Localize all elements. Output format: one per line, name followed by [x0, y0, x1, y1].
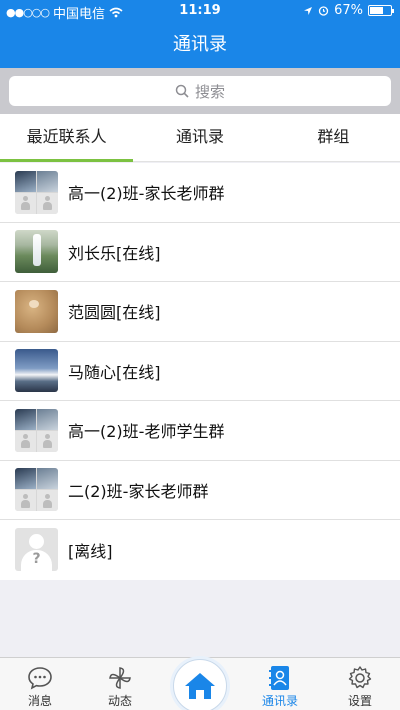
- tab-groups[interactable]: 群组: [267, 114, 400, 161]
- list-item[interactable]: 范圆圆[在线]: [0, 282, 400, 342]
- group-avatar: [15, 408, 58, 452]
- search-placeholder: 搜索: [194, 82, 225, 101]
- contact-name: [离线]: [68, 541, 113, 561]
- list-item[interactable]: ? [离线]: [0, 520, 400, 580]
- home-button[interactable]: [173, 659, 227, 710]
- location-arrow-icon: [304, 6, 313, 15]
- search-icon: [175, 84, 189, 98]
- unknown-user-avatar: ?: [15, 528, 58, 572]
- mountain-photo-avatar: [15, 349, 58, 393]
- pinwheel-icon: [109, 667, 131, 689]
- contact-name: 高一(2)班-家长老师群: [68, 184, 225, 204]
- tab-recent-contacts[interactable]: 最近联系人: [0, 114, 134, 162]
- tab-moments-label: 动态: [107, 694, 132, 708]
- segment-tabs: 最近联系人 通讯录 群组: [0, 114, 400, 162]
- nav-title: 通讯录: [0, 22, 400, 68]
- contact-name: 范圆圆[在线]: [68, 303, 161, 323]
- list-item[interactable]: 高一(2)班-家长老师群: [0, 163, 400, 223]
- chat-bubble-icon: [28, 667, 52, 690]
- group-avatar: [15, 170, 58, 214]
- tab-address-book[interactable]: 通讯录: [133, 114, 266, 161]
- battery-icon: [368, 5, 394, 16]
- gear-icon: [348, 666, 372, 689]
- tab-settings[interactable]: 设置: [320, 658, 400, 710]
- tab-contacts[interactable]: 通讯录: [240, 658, 320, 710]
- contact-list: 高一(2)班-家长老师群 刘长乐[在线] 范圆圆[在线] 马随心[在线] 高一(…: [0, 163, 400, 580]
- contact-name: 高一(2)班-老师学生群: [68, 422, 225, 442]
- list-item[interactable]: 马随心[在线]: [0, 342, 400, 401]
- tab-settings-label: 设置: [347, 694, 372, 708]
- list-item[interactable]: 二(2)班-家长老师群: [0, 461, 400, 520]
- list-item[interactable]: 高一(2)班-老师学生群: [0, 401, 400, 461]
- search-bar: 搜索: [0, 68, 400, 114]
- battery-percent: 67%: [334, 3, 363, 18]
- sand-photo-avatar: [15, 289, 58, 333]
- tab-contacts-label: 通讯录: [261, 694, 298, 708]
- list-item[interactable]: 刘长乐[在线]: [0, 223, 400, 282]
- group-avatar: [15, 468, 58, 512]
- search-input[interactable]: 搜索: [9, 76, 391, 106]
- home-icon: [185, 673, 215, 699]
- contact-name: 刘长乐[在线]: [68, 243, 161, 263]
- tab-messages-label: 消息: [27, 694, 52, 708]
- waterfall-photo-avatar: [15, 230, 58, 274]
- tab-moments[interactable]: 动态: [80, 658, 160, 710]
- contact-name: 马随心[在线]: [68, 362, 161, 382]
- contact-name: 二(2)班-家长老师群: [68, 481, 209, 501]
- tab-messages[interactable]: 消息: [0, 658, 80, 710]
- alarm-icon: [318, 6, 329, 16]
- status-bar: ●●○○○ 中国电信 11:19 67%: [0, 0, 400, 22]
- contacts-book-icon: [269, 666, 289, 690]
